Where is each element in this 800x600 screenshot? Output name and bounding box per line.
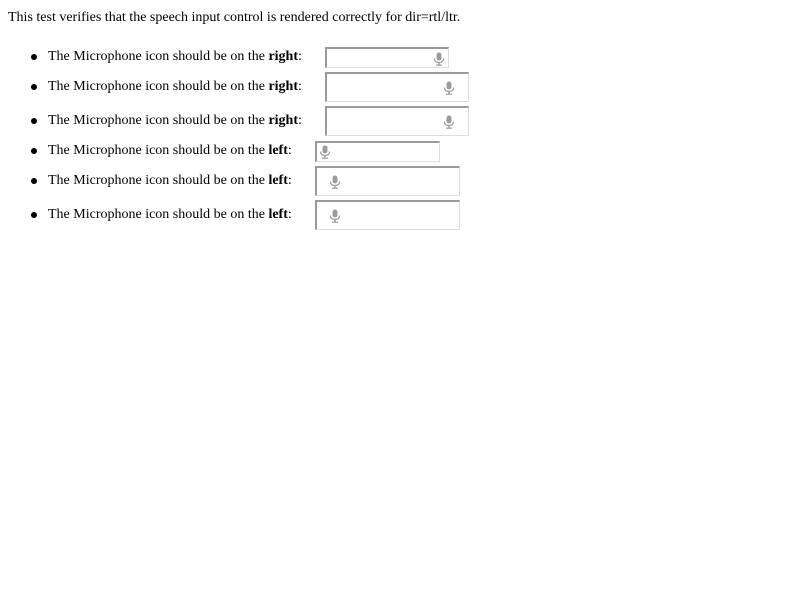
speech-input-field[interactable] <box>315 200 460 230</box>
label-suffix: : <box>287 207 292 222</box>
label-suffix: : <box>287 143 292 158</box>
item-label: The Microphone icon should be on the lef… <box>48 172 292 190</box>
label-prefix: The Microphone icon should be on the <box>48 113 269 128</box>
label-prefix: The Microphone icon should be on the <box>48 79 269 94</box>
bullet <box>31 212 37 218</box>
list-item: The Microphone icon should be on the lef… <box>0 141 800 162</box>
speech-input[interactable] <box>327 108 446 135</box>
label-prefix: The Microphone icon should be on the <box>48 173 269 188</box>
speech-input[interactable] <box>327 49 430 67</box>
list-item: The Microphone icon should be on the rig… <box>0 72 800 102</box>
speech-input-field[interactable] <box>325 72 469 102</box>
microphone-icon[interactable] <box>443 115 455 129</box>
item-label: The Microphone icon should be on the lef… <box>48 206 292 224</box>
microphone-icon[interactable] <box>433 52 445 66</box>
label-suffix: : <box>298 113 302 128</box>
microphone-icon[interactable] <box>329 175 341 189</box>
microphone-icon[interactable] <box>319 145 331 159</box>
list-item: The Microphone icon should be on the rig… <box>0 47 800 68</box>
speech-input[interactable] <box>345 202 459 229</box>
label-prefix: The Microphone icon should be on the <box>48 49 269 64</box>
bullet <box>31 118 37 124</box>
test-list: The Microphone icon should be on the rig… <box>0 0 800 600</box>
label-prefix: The Microphone icon should be on the <box>48 143 269 158</box>
item-label: The Microphone icon should be on the rig… <box>48 78 302 96</box>
label-suffix: : <box>287 173 292 188</box>
label-suffix: : <box>298 79 302 94</box>
speech-input-field[interactable] <box>315 166 460 196</box>
item-label: The Microphone icon should be on the lef… <box>48 142 292 160</box>
speech-input-field[interactable] <box>325 47 449 68</box>
label-side: left <box>268 207 288 222</box>
list-item: The Microphone icon should be on the lef… <box>0 200 800 230</box>
speech-input[interactable] <box>345 168 459 195</box>
label-prefix: The Microphone icon should be on the <box>48 207 269 222</box>
label-side: right <box>268 113 299 128</box>
label-side: right <box>268 49 299 64</box>
bullet <box>31 54 37 60</box>
bullet <box>31 148 37 154</box>
list-item: The Microphone icon should be on the rig… <box>0 106 800 136</box>
speech-input-field[interactable] <box>325 106 469 136</box>
label-side: left <box>268 173 288 188</box>
speech-input[interactable] <box>333 143 439 161</box>
item-label: The Microphone icon should be on the rig… <box>48 48 302 66</box>
bullet <box>31 178 37 184</box>
label-side: right <box>268 79 299 94</box>
bullet <box>31 84 37 90</box>
label-side: left <box>268 143 288 158</box>
item-label: The Microphone icon should be on the rig… <box>48 112 302 130</box>
speech-input-field[interactable] <box>315 141 440 162</box>
microphone-icon[interactable] <box>329 209 341 223</box>
speech-input[interactable] <box>327 74 446 101</box>
list-item: The Microphone icon should be on the lef… <box>0 166 800 196</box>
label-suffix: : <box>298 49 302 64</box>
microphone-icon[interactable] <box>443 81 455 95</box>
